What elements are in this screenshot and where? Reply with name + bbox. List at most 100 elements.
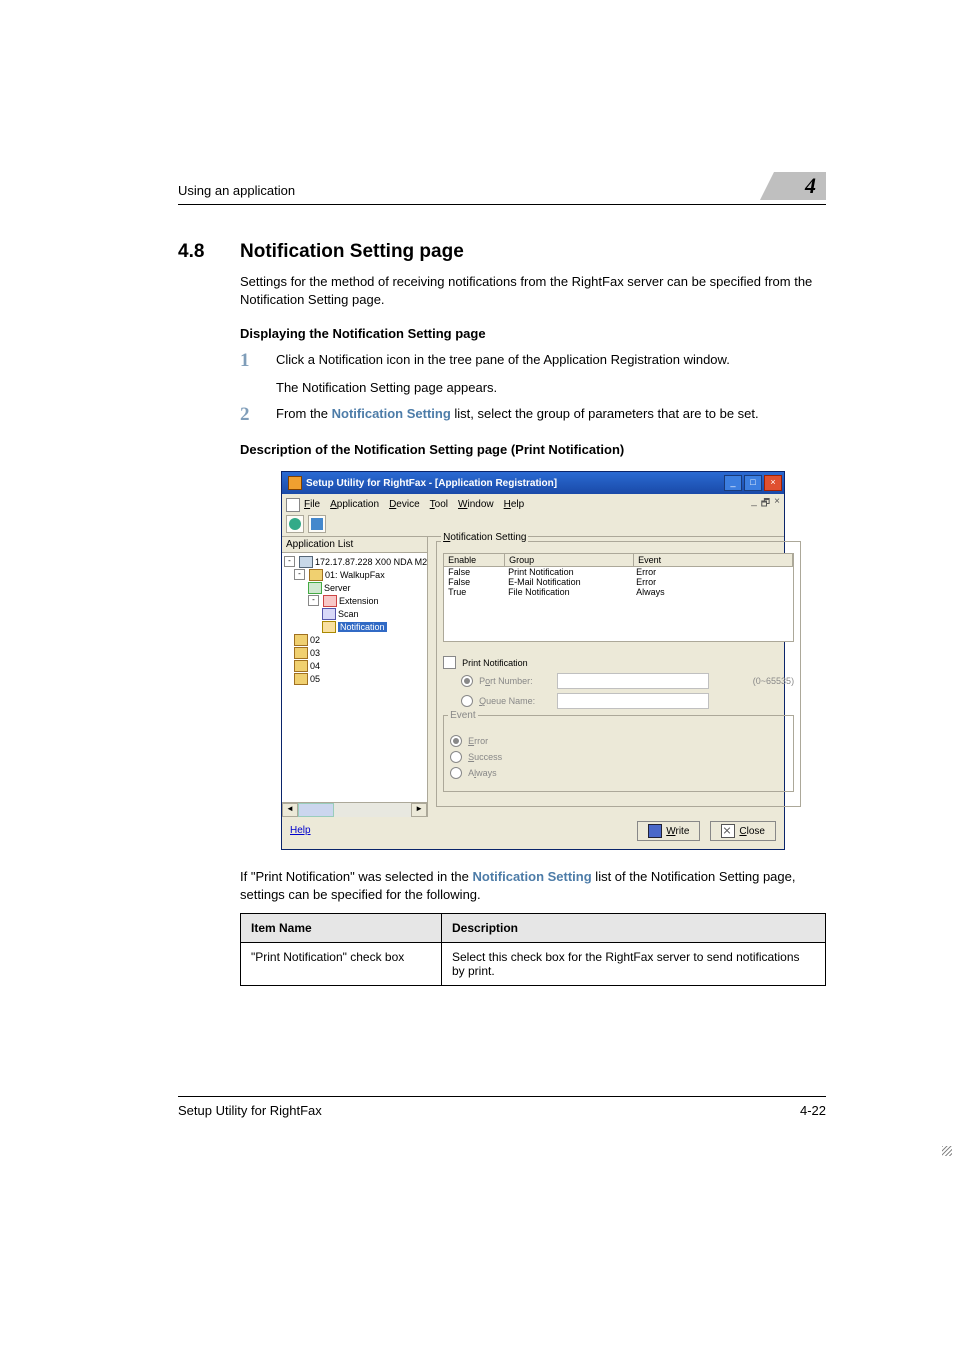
event-success-row: Success: [450, 751, 787, 763]
event-always-row: Always: [450, 767, 787, 779]
close-button[interactable]: Close: [710, 821, 776, 841]
subhead-description: Description of the Notification Setting …: [240, 442, 826, 457]
mdi-doc-icon[interactable]: [286, 498, 300, 512]
minimize-button[interactable]: _: [724, 475, 742, 491]
port-number-label: Port Number:: [479, 676, 557, 686]
mdi-restore-button[interactable]: 🗗: [761, 496, 770, 513]
col-event[interactable]: Event: [634, 554, 793, 566]
chapter-tab: 4: [774, 172, 826, 200]
tree-item[interactable]: 01: WalkupFax: [325, 570, 385, 580]
event-group: Event Error Success Always: [443, 715, 794, 792]
help-link[interactable]: Help: [282, 825, 311, 842]
running-head: Using an application 4: [178, 182, 826, 205]
tree-item[interactable]: Extension: [339, 596, 379, 606]
server-icon: [308, 582, 322, 594]
write-button[interactable]: Write: [637, 821, 700, 841]
table-cell-desc: Select this check box for the RightFax s…: [442, 943, 826, 986]
app-slot-icon: [294, 660, 308, 672]
event-error-label: Error: [468, 736, 488, 746]
print-notification-row[interactable]: Print Notification: [443, 656, 794, 669]
section-number: 4.8: [178, 241, 222, 263]
tree-collapse-icon[interactable]: -: [294, 569, 305, 580]
scroll-right-icon[interactable]: ►: [411, 803, 427, 817]
event-success-radio[interactable]: [450, 751, 462, 763]
menu-help[interactable]: Help: [504, 499, 525, 510]
tree-item[interactable]: 02: [310, 635, 320, 645]
toolbar-globe-icon[interactable]: [286, 515, 304, 533]
tree-root[interactable]: 172.17.87.228 X00 NDA M2: [315, 557, 427, 567]
tree-item[interactable]: 05: [310, 674, 320, 684]
list-row[interactable]: FalsePrint NotificationError: [444, 567, 793, 577]
step-2: 2 From the Notification Setting list, se…: [240, 405, 826, 424]
tree[interactable]: -172.17.87.228 X00 NDA M2 -01: WalkupFax…: [282, 553, 427, 802]
tree-pane: Application List -172.17.87.228 X00 NDA …: [282, 537, 428, 817]
subhead-display: Displaying the Notification Setting page: [240, 326, 826, 341]
tree-collapse-icon[interactable]: -: [284, 556, 295, 567]
toolbar: [282, 513, 784, 537]
app-slot-icon: [294, 647, 308, 659]
event-always-label: Always: [468, 768, 497, 778]
intro-paragraph: Settings for the method of receiving not…: [240, 273, 826, 308]
print-notification-checkbox[interactable]: [443, 656, 456, 669]
titlebar[interactable]: Setup Utility for RightFax - [Applicatio…: [282, 472, 784, 494]
app-slot-icon: [294, 634, 308, 646]
app-slot-icon: [294, 673, 308, 685]
notification-icon: [322, 621, 336, 633]
table-header-desc: Description: [442, 914, 826, 943]
group-label: Notification Setting: [441, 532, 528, 543]
print-notification-label: Print Notification: [462, 658, 528, 668]
list-row[interactable]: FalseE-Mail NotificationError: [444, 577, 793, 587]
menubar: File Application Device Tool Window Help…: [282, 494, 784, 513]
menu-file[interactable]: File: [304, 499, 320, 510]
tree-item[interactable]: 03: [310, 648, 320, 658]
maximize-button[interactable]: □: [744, 475, 762, 491]
tree-pane-label: Application List: [282, 537, 427, 553]
menu-window[interactable]: Window: [458, 499, 494, 510]
screenshot: Setup Utility for RightFax - [Applicatio…: [240, 471, 826, 850]
notification-list[interactable]: FalsePrint NotificationError FalseE-Mail…: [443, 567, 794, 642]
running-title: Using an application: [178, 183, 295, 198]
close-button[interactable]: ×: [764, 475, 782, 491]
tree-item[interactable]: Scan: [338, 609, 359, 619]
resize-grip-icon[interactable]: [942, 1146, 952, 1156]
mdi-minimize-button[interactable]: _: [751, 496, 757, 513]
col-enable[interactable]: Enable: [444, 554, 505, 566]
scroll-track[interactable]: [334, 803, 411, 817]
list-row[interactable]: TrueFile NotificationAlways: [444, 587, 793, 597]
footer-product: Setup Utility for RightFax: [178, 1103, 322, 1118]
queue-name-input[interactable]: [557, 693, 709, 709]
port-number-radio[interactable]: [461, 675, 473, 687]
tree-hscrollbar[interactable]: ◄ ►: [282, 802, 427, 817]
save-icon: [648, 824, 662, 838]
tree-item-selected[interactable]: Notification: [338, 622, 387, 632]
notification-setting-group: Notification Setting Enable Group Event …: [436, 541, 801, 807]
scroll-thumb[interactable]: [298, 803, 334, 817]
queue-name-radio[interactable]: [461, 695, 473, 707]
extension-icon: [323, 595, 337, 607]
col-group[interactable]: Group: [505, 554, 634, 566]
tree-collapse-icon[interactable]: -: [308, 595, 319, 606]
scroll-left-icon[interactable]: ◄: [282, 803, 298, 817]
toolbar-network-icon[interactable]: [308, 515, 326, 533]
event-always-radio[interactable]: [450, 767, 462, 779]
mdi-close-button[interactable]: ×: [774, 496, 780, 513]
step-1-text: Click a Notification icon in the tree pa…: [276, 351, 826, 370]
section-title: Notification Setting page: [240, 241, 464, 263]
close-icon: [721, 824, 735, 838]
app-icon: [288, 476, 302, 490]
menu-application[interactable]: Application: [330, 499, 379, 510]
tree-item[interactable]: 04: [310, 661, 320, 671]
menu-tool[interactable]: Tool: [430, 499, 448, 510]
section-heading: 4.8 Notification Setting page: [178, 241, 826, 263]
menu-device[interactable]: Device: [389, 499, 420, 510]
port-number-input[interactable]: [557, 673, 709, 689]
event-error-row: Error: [450, 735, 787, 747]
step-number: 2: [240, 405, 258, 424]
table-cell-item: "Print Notification" check box: [241, 943, 442, 986]
event-success-label: Success: [468, 752, 502, 762]
step-2-text: From the Notification Setting list, sele…: [276, 405, 826, 424]
spec-table: Item Name Description "Print Notificatio…: [240, 913, 826, 986]
app-slot-icon: [309, 569, 323, 581]
event-error-radio[interactable]: [450, 735, 462, 747]
tree-item[interactable]: Server: [324, 583, 351, 593]
